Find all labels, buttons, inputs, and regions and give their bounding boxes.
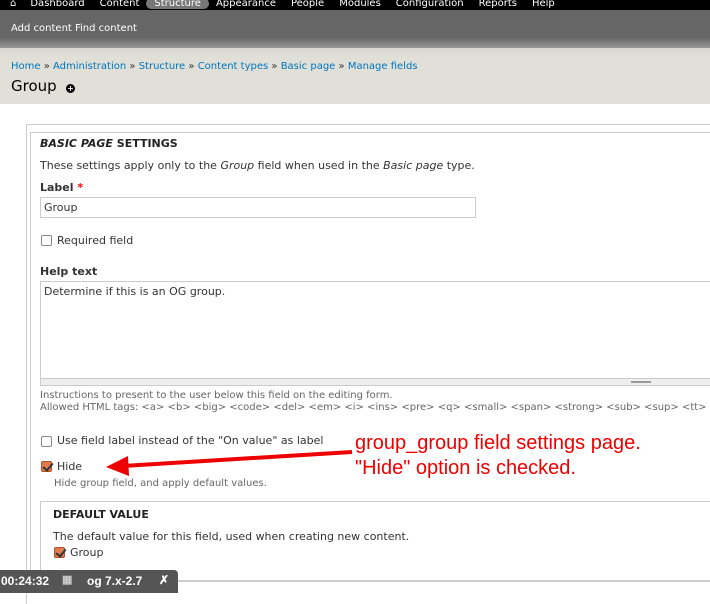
recording-overlay: 00:24:32 ▦ og 7.x-2.7 ✗ xyxy=(0,570,178,593)
timer: 00:24:32 xyxy=(1,574,50,588)
version-label: og 7.x-2.7 xyxy=(87,574,143,588)
annotation-arrow-icon xyxy=(106,450,353,476)
qr-icon: ▦ xyxy=(62,574,73,586)
close-icon[interactable]: ✗ xyxy=(159,573,169,587)
